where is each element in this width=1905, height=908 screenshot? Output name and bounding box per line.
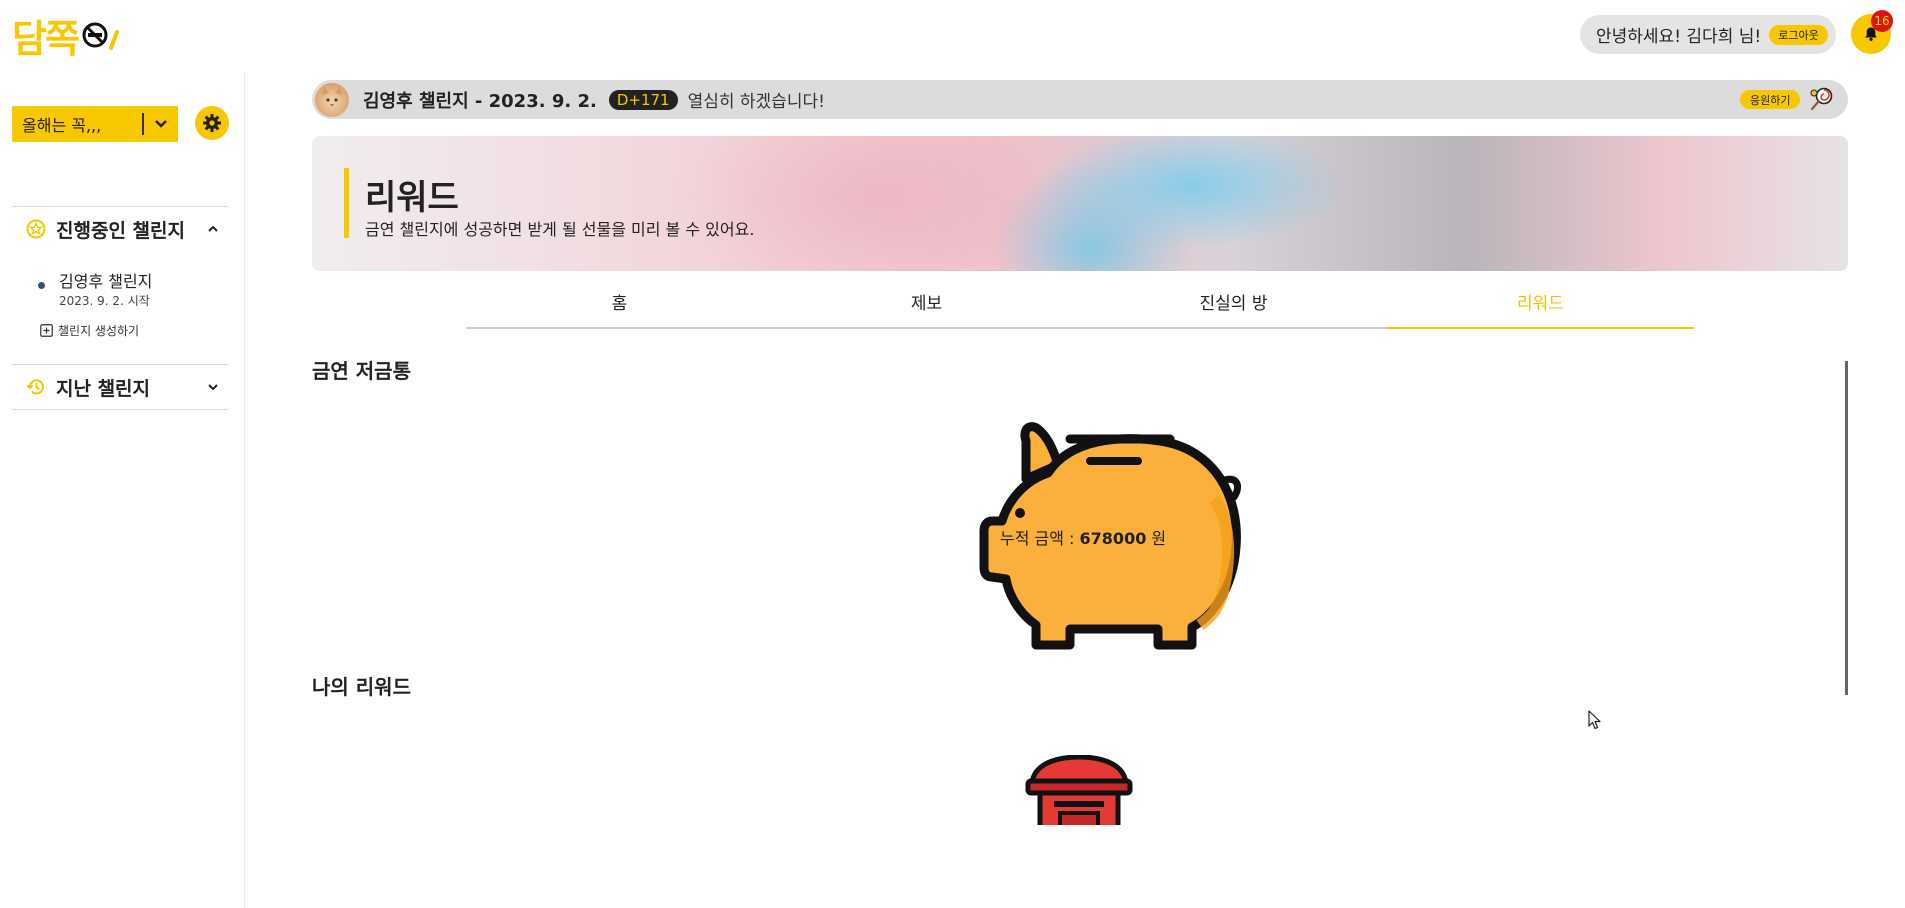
lollipop-icon[interactable]	[1808, 85, 1836, 113]
amount-value: 678000	[1079, 529, 1147, 548]
content-scrollbar[interactable]	[1845, 361, 1848, 695]
gear-icon	[203, 114, 221, 132]
top-bar: 담쪽 안녕하세요! 김다희 님! 로그아웃 16	[0, 0, 1905, 72]
plus-square-icon	[40, 324, 53, 337]
reward-content: 금연 저금통 누적 금액 : 678000 원 나의 리워드	[312, 355, 1848, 825]
tab-home[interactable]: 홈	[466, 283, 773, 327]
settings-button[interactable]	[195, 106, 229, 140]
dday-badge: D+171	[608, 89, 678, 110]
ongoing-challenges-title: 진행중인 챌린지	[56, 219, 185, 242]
ongoing-challenges-section: 진행중인 챌린지	[12, 206, 228, 251]
challenge-name: 김영후 챌린지	[59, 272, 153, 291]
challenge-start-date: 2023. 9. 2. 시작	[59, 294, 150, 308]
chevron-up-icon	[198, 225, 228, 233]
challenge-info-bar: 김영후 챌린지 - 2023. 9. 2. D+171 열심히 하겠습니다! 응…	[312, 80, 1848, 119]
my-rewards-heading: 나의 리워드	[312, 675, 411, 699]
user-greeting: 안녕하세요! 김다희 님! 로그아웃	[1580, 15, 1836, 54]
rewards-banner: 리워드 금연 챌린지에 성공하면 받게 될 선물을 미리 볼 수 있어요.	[312, 136, 1848, 271]
challenge-bullet	[38, 282, 45, 289]
challenge-message: 열심히 하겠습니다!	[687, 92, 825, 112]
notification-badge: 16	[1871, 10, 1893, 32]
cheer-button[interactable]: 응원하기	[1740, 90, 1801, 109]
savings-heading: 금연 저금통	[312, 359, 411, 383]
tab-report[interactable]: 제보	[773, 283, 1080, 327]
banner-subtitle: 금연 챌린지에 성공하면 받게 될 선물을 미리 볼 수 있어요.	[365, 220, 755, 239]
goal-select-value: 올해는 꼭,,,	[22, 116, 102, 135]
goal-select[interactable]: 올해는 꼭,,,	[12, 106, 178, 142]
mouse-cursor-icon	[1588, 710, 1601, 730]
logout-button[interactable]: 로그아웃	[1769, 24, 1828, 45]
banner-accent-bar	[344, 168, 349, 238]
chevron-down-icon	[198, 383, 228, 391]
no-smoking-icon	[82, 22, 119, 50]
app-logo[interactable]: 담쪽	[12, 10, 120, 61]
avatar	[315, 82, 349, 117]
amount-unit: 원	[1146, 529, 1167, 548]
banner-title: 리워드	[365, 178, 459, 218]
logo-text: 담쪽	[12, 16, 80, 61]
past-challenges-title: 지난 챌린지	[56, 377, 151, 400]
history-icon	[26, 379, 44, 395]
greeting-text: 안녕하세요! 김다희 님!	[1596, 27, 1762, 47]
mailbox-icon	[1025, 755, 1133, 825]
ongoing-challenges-header[interactable]: 진행중인 챌린지	[12, 207, 228, 251]
star-icon	[26, 219, 46, 239]
past-challenges-section: 지난 챌린지	[12, 364, 228, 410]
challenge-tabs: 홈 제보 진실의 방 리워드	[466, 283, 1694, 329]
challenge-title: 김영후 챌린지 - 2023. 9. 2.	[363, 90, 597, 112]
tab-reward[interactable]: 리워드	[1387, 283, 1694, 329]
create-challenge-label: 챌린지 생성하기	[58, 324, 140, 338]
tab-truth-room[interactable]: 진실의 방	[1080, 283, 1387, 327]
accumulated-amount: 누적 금액 : 678000 원	[1000, 525, 1166, 549]
chevron-down-icon	[144, 119, 178, 129]
create-challenge-link[interactable]: 챌린지 생성하기	[40, 322, 139, 339]
past-challenges-header[interactable]: 지난 챌린지	[12, 365, 228, 409]
sidebar: 올해는 꼭,,, 진행중인 챌린지 김영후 챌린지 2023. 9. 2. 시작…	[0, 72, 245, 908]
amount-prefix: 누적 금액 :	[1000, 529, 1080, 548]
